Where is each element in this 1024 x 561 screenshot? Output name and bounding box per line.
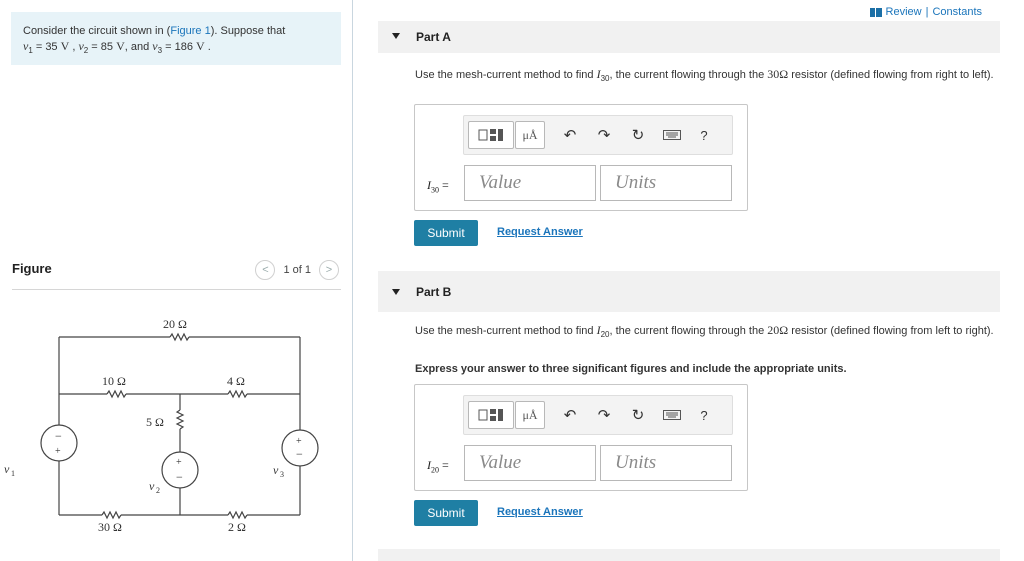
reset-icon: ↻ [631,407,645,424]
units-icon: μÅ [522,407,538,422]
redo-icon: ↷ [597,407,611,424]
chevron-left-icon: < [262,264,269,276]
keyboard-icon [663,410,681,420]
v3-label-sub: 3 [280,470,284,479]
v3-minus: − [296,447,303,461]
value-input[interactable] [464,445,596,481]
i20-label: I20 = [427,458,449,475]
v2-plus: + [176,457,182,468]
part-a-header[interactable]: Part A [378,21,1000,53]
book-icon [869,7,882,17]
v2-label-sub: 2 [156,486,160,495]
r2-label: 2 Ω [228,520,246,534]
v3-label: v [273,463,279,477]
and-text: , and [124,41,153,53]
prev-figure-button[interactable]: < [255,260,276,280]
part-b-instruction: Express your answer to three significant… [415,363,847,375]
header-separator: | [925,6,929,18]
v1-plus: + [55,446,61,457]
templates-button[interactable] [468,121,514,149]
figure-link[interactable]: Figure 1 [170,25,210,37]
problem-statement: Consider the circuit shown in (Figure 1)… [11,12,341,65]
undo-button[interactable]: ↶ [553,121,587,149]
r5-label: 5 Ω [146,415,164,429]
units-button[interactable]: μÅ [515,121,545,149]
v3-value: = 186 [162,41,197,53]
submit-button[interactable]: Submit [414,220,478,246]
redo-button[interactable]: ↷ [587,401,621,429]
figure-title: Figure [12,261,52,276]
r10-label: 10 Ω [102,374,126,388]
v3-unit: V [196,39,205,53]
v2-minus: − [176,470,183,484]
v1-label: v [4,462,10,476]
next-figure-button[interactable]: > [319,260,339,280]
end-text: . [204,41,211,53]
part-b-title: Part B [416,285,452,299]
r30-label: 30 Ω [98,520,122,534]
figure-pager: < 1 of 1 > [255,260,339,280]
redo-button[interactable]: ↷ [587,121,621,149]
undo-icon: ↶ [563,127,577,144]
collapse-triangle-icon [392,33,400,39]
help-button[interactable]: ? [689,121,719,149]
part-a-title: Part A [416,30,451,44]
part-b-answer-box: μÅ ↶ ↷ ↻ ? I20 = [414,384,748,491]
part-b-header[interactable]: Part B [378,271,1000,312]
v1-minus: − [55,429,62,443]
v1-unit: V [60,39,70,53]
chevron-right-icon: > [325,264,333,276]
figure-header: Figure < 1 of 1 > [12,258,341,290]
v3-plus: + [296,436,302,447]
math-toolbar: μÅ ↶ ↷ ↻ ? [463,395,733,435]
keyboard-button[interactable] [655,401,689,429]
redo-icon: ↷ [597,127,611,144]
circuit-diagram: 20 Ω 10 Ω 4 Ω 5 Ω 30 Ω 2 Ω − + + − + − v… [4,317,319,534]
review-link[interactable]: Review [886,6,922,18]
templates-button[interactable] [468,401,514,429]
keyboard-icon [663,130,681,140]
help-icon: ? [700,407,708,423]
undo-button[interactable]: ↶ [553,401,587,429]
templates-icon [478,409,503,421]
units-input[interactable] [600,165,732,201]
r20-label: 20 Ω [163,317,187,331]
v2-unit: V [116,39,125,53]
constants-link[interactable]: Constants [932,6,982,18]
math-toolbar: μÅ ↶ ↷ ↻ ? [463,115,733,155]
next-part-header[interactable] [378,549,1000,561]
problem-text: Consider the circuit shown in ( [23,25,171,37]
v1-label-sub: 1 [11,469,15,478]
help-button[interactable]: ? [689,401,719,429]
units-input[interactable] [600,445,732,481]
r4-label: 4 Ω [227,374,245,388]
submit-button[interactable]: Submit [414,500,478,526]
part-a-question: Use the mesh-current method to find I30,… [415,67,994,84]
undo-icon: ↶ [563,407,577,424]
i30-label: I30 = [427,178,449,195]
left-panel: Consider the circuit shown in (Figure 1)… [0,0,353,561]
review-constants: Review | Constants [869,6,982,18]
part-b-question: Use the mesh-current method to find I20,… [415,323,994,340]
units-button[interactable]: μÅ [515,401,545,429]
request-answer-link[interactable]: Request Answer [497,226,583,238]
help-icon: ? [700,127,708,143]
templates-icon [478,129,503,141]
part-a-answer-box: μÅ ↶ ↷ ↻ ? I30 = [414,104,748,211]
units-icon: μÅ [522,127,538,142]
reset-button[interactable]: ↻ [621,121,655,149]
request-answer-link[interactable]: Request Answer [497,506,583,518]
pager-text: 1 of 1 [283,264,311,276]
reset-icon: ↻ [631,127,645,144]
problem-text: ). Suppose that [210,25,286,37]
value-input[interactable] [464,165,596,201]
reset-button[interactable]: ↻ [621,401,655,429]
v1-value: = 35 [32,41,61,53]
collapse-triangle-icon [392,289,400,295]
v2-label: v [149,479,155,493]
keyboard-button[interactable] [655,121,689,149]
v2-value: = 85 [88,41,117,53]
